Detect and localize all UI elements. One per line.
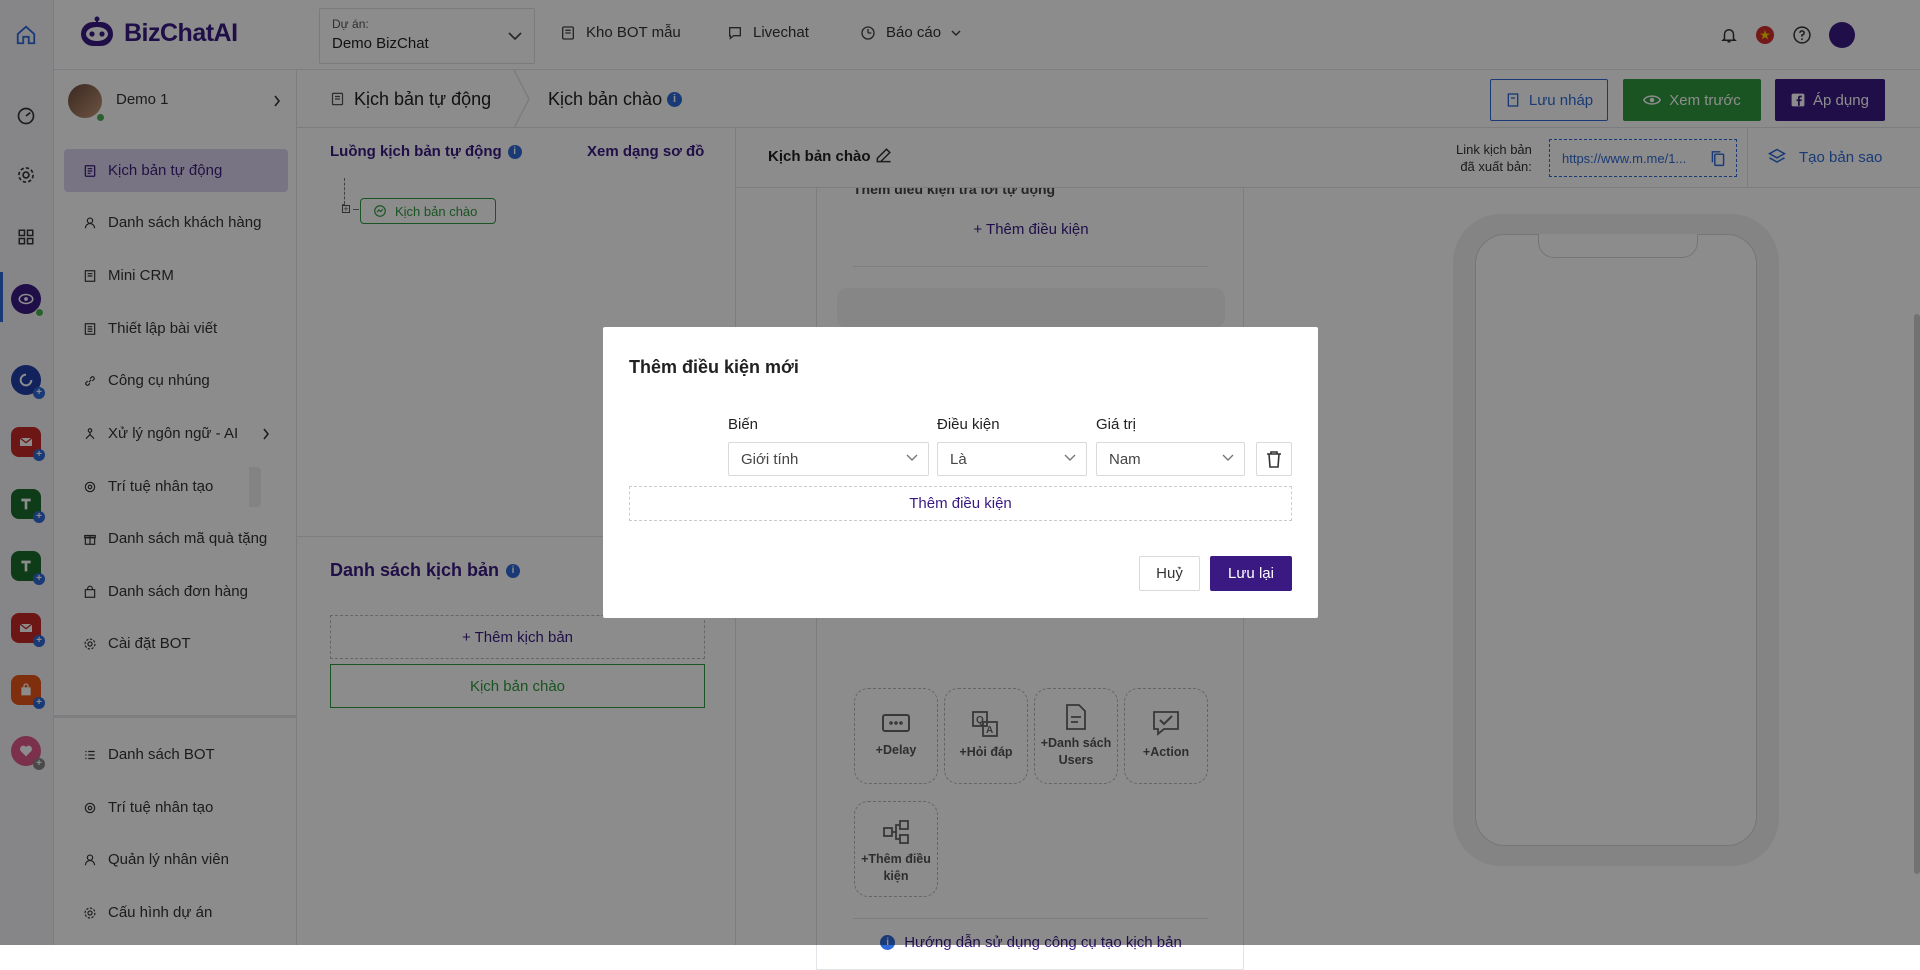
trash-icon <box>1267 451 1281 468</box>
chevron-down-icon <box>906 454 918 461</box>
value-select[interactable]: Nam <box>1096 442 1245 476</box>
cancel-button[interactable]: Huỷ <box>1139 556 1200 591</box>
delete-condition-button[interactable] <box>1256 442 1292 476</box>
modal-title: Thêm điều kiện mới <box>629 357 799 377</box>
variable-select[interactable]: Giới tính <box>728 442 929 476</box>
add-condition-modal: Thêm điều kiện mới Biến Điều kiện Giá tr… <box>603 327 1318 618</box>
variable-label: Biến <box>728 416 759 433</box>
chevron-down-icon <box>1064 454 1076 461</box>
condition-label: Điều kiện <box>937 416 1000 433</box>
chevron-down-icon <box>1222 454 1234 461</box>
value-label: Giá trị <box>1096 416 1137 433</box>
save-button[interactable]: Lưu lại <box>1210 556 1292 591</box>
add-condition-row-button[interactable]: Thêm điều kiện <box>629 486 1292 521</box>
condition-select[interactable]: Là <box>937 442 1087 476</box>
